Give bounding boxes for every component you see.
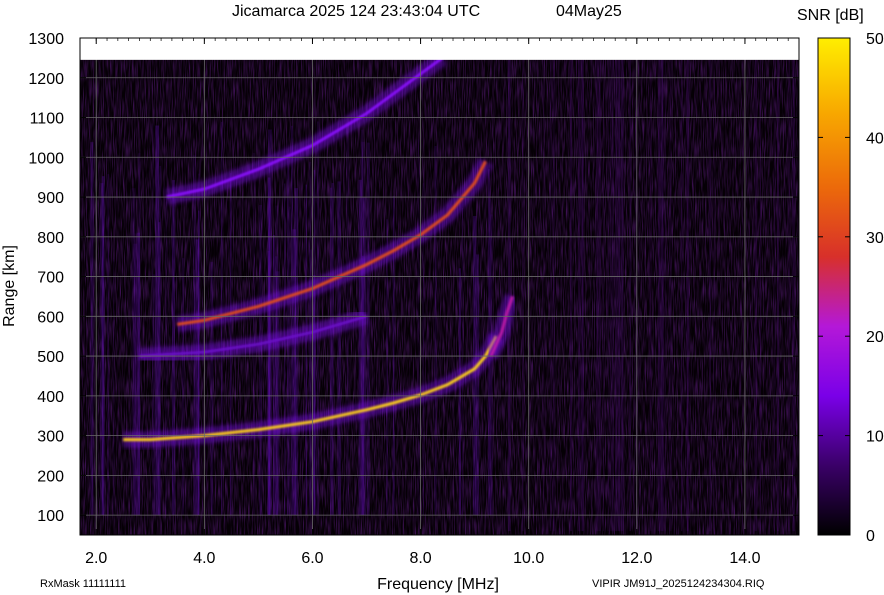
interference-band <box>386 219 388 516</box>
interference-band <box>417 139 420 516</box>
interference-band <box>580 59 583 532</box>
y-tick-label: 1200 <box>28 71 64 88</box>
interference-band <box>607 59 610 532</box>
interference-band <box>193 269 195 516</box>
interference-band <box>289 206 291 516</box>
colorbar-tick-label: 10 <box>866 429 884 446</box>
y-tick-label: 100 <box>37 508 64 525</box>
interference-band <box>90 142 94 516</box>
interference-band <box>490 214 493 516</box>
interference-band <box>570 59 573 532</box>
colorbar-tick-label: 20 <box>866 329 884 346</box>
interference-band <box>461 207 464 516</box>
interference-band <box>305 184 307 516</box>
plot-area <box>80 38 799 535</box>
y-tick-label: 700 <box>37 270 64 287</box>
rx-mask-label: RxMask 11111111 <box>40 578 126 590</box>
interference-band <box>458 268 461 516</box>
y-tick-labels: 100 200 300 400 500 600 700 800 900 1000 1100 1200 1… <box>28 31 64 525</box>
y-tick-label: 300 <box>37 429 64 446</box>
interference-band <box>602 59 605 532</box>
x-tick-label: 14.0 <box>729 550 760 567</box>
x-tick-label: 4.0 <box>193 550 215 567</box>
interference-band <box>210 261 214 516</box>
y-tick-label: 500 <box>37 349 64 366</box>
interference-band <box>686 59 689 532</box>
interference-band <box>596 59 599 532</box>
interference-band <box>312 275 316 516</box>
interference-band <box>284 183 286 516</box>
interference-band <box>661 59 665 532</box>
speckle-noise <box>80 58 799 535</box>
interference-band <box>367 142 370 516</box>
y-tick-label: 900 <box>37 190 64 207</box>
x-tick-label: 8.0 <box>409 550 431 567</box>
interference-band <box>777 59 779 532</box>
interference-band <box>268 129 272 516</box>
interference-band <box>611 59 614 532</box>
chart-date: 04May25 <box>556 3 622 20</box>
interference-band <box>259 205 262 516</box>
interference-band <box>337 181 341 516</box>
interference-band <box>773 59 775 532</box>
y-tick-label: 800 <box>37 230 64 247</box>
interference-band <box>664 59 666 532</box>
interference-band <box>552 59 555 532</box>
colorbar-tick-label: 50 <box>866 31 884 48</box>
y-axis-label: Range [km] <box>1 245 18 327</box>
interference-band <box>316 121 319 516</box>
y-tick-label: 600 <box>37 309 64 326</box>
interference-band <box>331 182 334 516</box>
interference-band <box>434 145 437 516</box>
interference-band <box>713 59 715 532</box>
interference-band <box>617 59 621 532</box>
chart-title: Jicamarca 2025 124 23:43:04 UTC <box>232 3 480 20</box>
y-tick-label: 1000 <box>28 150 64 167</box>
y-tick-label: 400 <box>37 389 64 406</box>
interference-band <box>754 59 758 532</box>
colorbar <box>817 37 851 536</box>
colorbar-label: SNR [dB] <box>797 7 864 24</box>
colorbar-tick-label: 40 <box>866 130 884 147</box>
interference-band <box>709 59 711 532</box>
y-tick-label: 1100 <box>30 111 65 128</box>
file-label: VIPIR JM91J_2025124234304.RIQ <box>592 578 765 590</box>
interference-band <box>522 59 524 532</box>
interference-band <box>198 210 200 516</box>
interference-band <box>629 59 631 532</box>
interference-band <box>615 59 617 532</box>
interference-band <box>649 59 652 532</box>
interference-band <box>759 59 761 532</box>
no-data-region <box>80 38 799 60</box>
interference-band <box>657 59 661 532</box>
interference-band <box>577 59 580 532</box>
interference-band <box>681 59 683 532</box>
colorbar-tick-label: 0 <box>866 528 875 545</box>
x-tick-label: 12.0 <box>621 550 652 567</box>
x-tick-label: 2.0 <box>85 550 107 567</box>
interference-band <box>361 142 365 516</box>
interference-band <box>252 153 256 516</box>
x-tick-label: 10.0 <box>513 550 544 567</box>
interference-band <box>610 59 612 532</box>
x-tick-labels: 2.0 4.0 6.0 8.0 10.0 12.0 14.0 <box>85 550 761 567</box>
x-tick-label: 6.0 <box>301 550 323 567</box>
interference-band <box>181 258 185 516</box>
ionogram-chart: Jicamarca 2025 124 23:43:04 UTC 04May25 … <box>1 3 884 593</box>
interference-band <box>787 59 791 532</box>
interference-band <box>274 205 279 516</box>
interference-band <box>669 59 672 532</box>
x-axis-label: Frequency [MHz] <box>377 576 499 593</box>
y-tick-label: 1300 <box>28 31 64 48</box>
interference-band <box>792 59 795 532</box>
interference-band <box>550 59 552 532</box>
colorbar-tick-label: 30 <box>866 230 884 247</box>
interference-band <box>621 59 624 532</box>
y-tick-label: 200 <box>37 468 64 485</box>
interference-band <box>598 59 601 532</box>
interference-band <box>152 123 154 516</box>
interference-band <box>272 235 275 516</box>
interference-band <box>542 59 545 532</box>
